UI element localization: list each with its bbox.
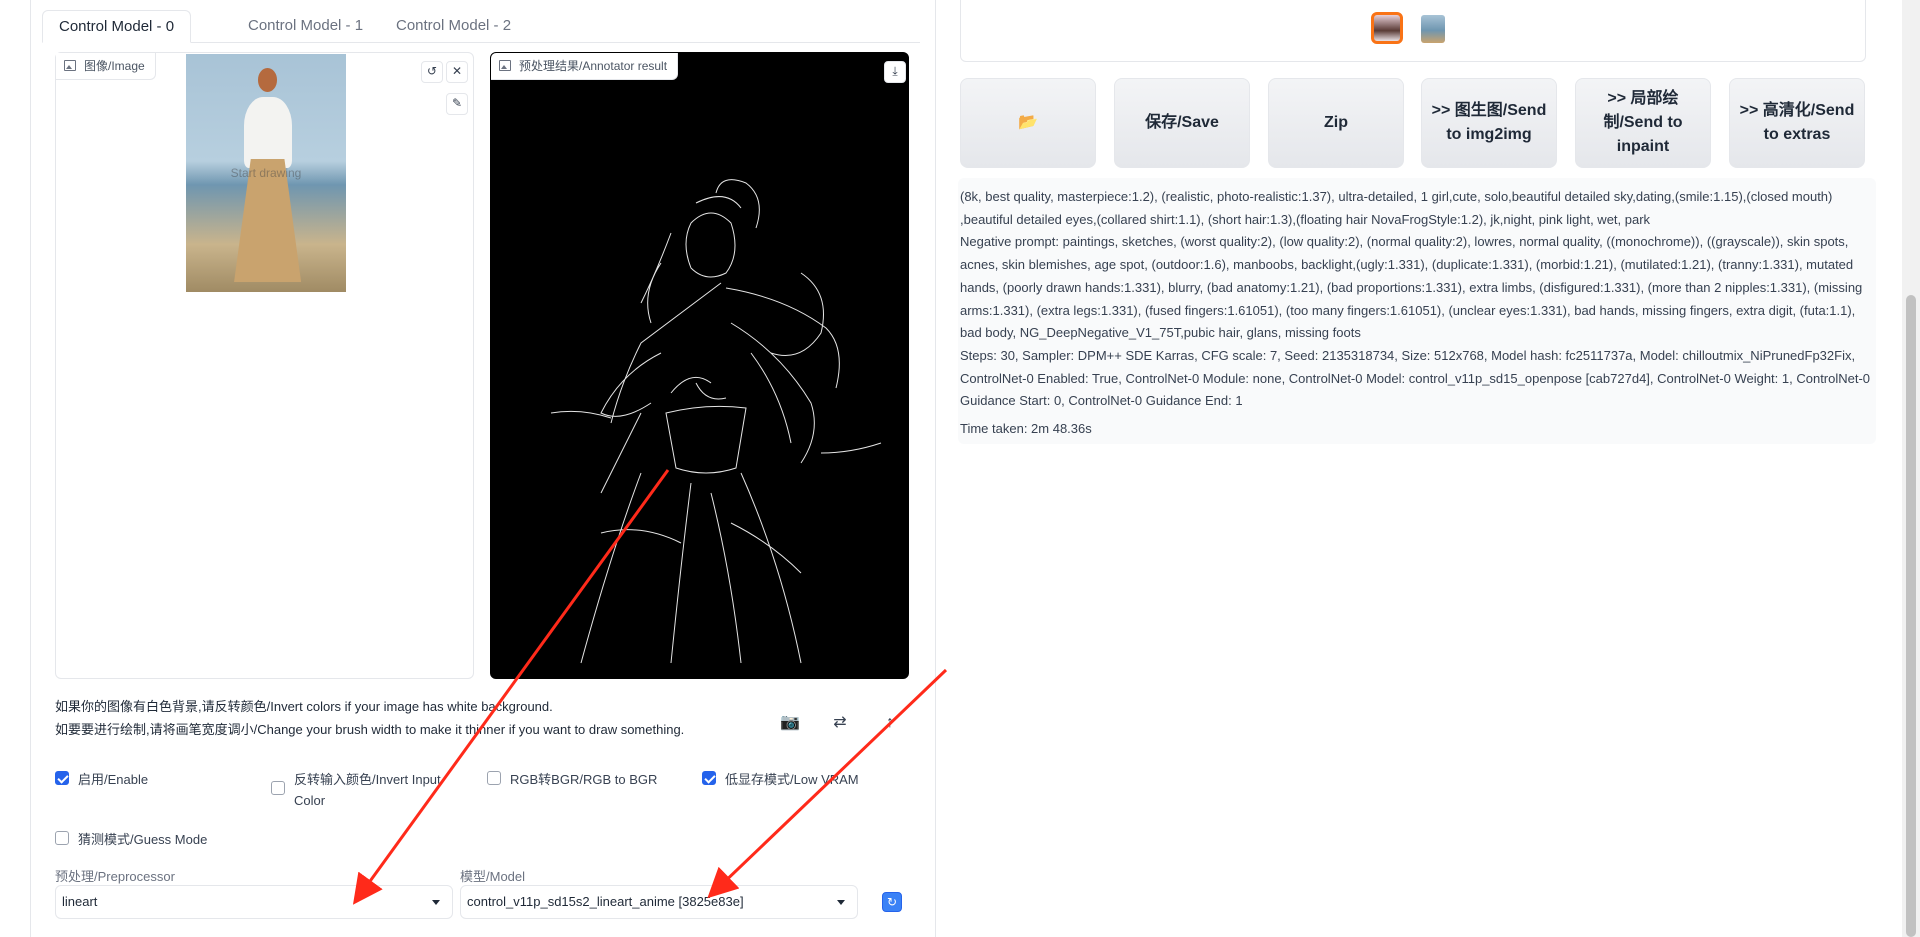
scrollbar-thumb[interactable] [1906,295,1916,937]
arrow-to-model [707,668,948,899]
annotation-arrows [352,469,948,905]
arrow-to-preprocessor [352,469,670,905]
